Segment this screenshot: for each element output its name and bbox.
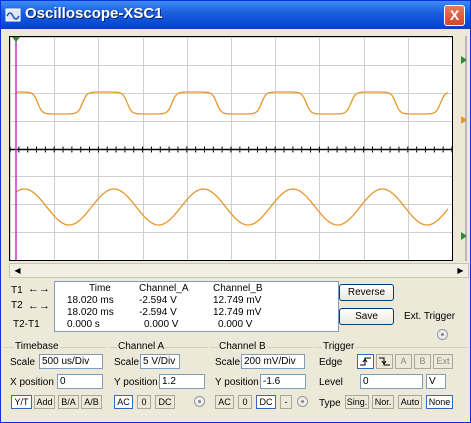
dt-time: 0.000 s <box>67 319 100 330</box>
channel-a-title: Channel A <box>117 341 166 352</box>
header-time: Time <box>89 283 111 294</box>
t1-right-arrow-icon[interactable]: → <box>39 284 50 295</box>
timebase-scale-field[interactable]: 500 us/Div <box>39 354 103 369</box>
oscilloscope-icon <box>5 8 21 22</box>
channel-a-ac-button[interactable]: AC <box>114 395 133 409</box>
scroll-left-arrow-icon[interactable]: ◀ <box>11 265 24 277</box>
trigger-level-field[interactable]: 0 <box>360 374 423 389</box>
trigger-source-b-button[interactable]: B <box>414 354 431 369</box>
close-button[interactable]: X <box>444 5 465 26</box>
channel-b-scale-label: Scale <box>215 357 241 368</box>
title-bar[interactable]: Oscilloscope-XSC1 X <box>1 1 470 29</box>
yt-mode-button[interactable]: Y/T <box>11 395 32 409</box>
dt-channel-a: 0.000 V <box>144 319 179 330</box>
channel-a-scale-label: Scale <box>114 357 140 368</box>
row-label-t2: T2 <box>11 300 23 311</box>
channel-b-ac-button[interactable]: AC <box>215 395 234 409</box>
channel-b-invert-button[interactable]: - <box>280 395 292 409</box>
channel-b-title: Channel B <box>218 341 267 352</box>
rising-edge-icon[interactable] <box>357 354 374 369</box>
ext-trigger-terminal-icon[interactable] <box>437 329 448 340</box>
channel-a-dc-button[interactable]: DC <box>155 395 175 409</box>
oscilloscope-window: Oscilloscope-XSC1 X ◀ ▶ T1 T2 T2-T1 ← → … <box>0 0 471 423</box>
row-label-t2-t1: T2-T1 <box>13 319 40 330</box>
channel-b-terminal-icon[interactable] <box>297 396 308 407</box>
t2-right-arrow-icon[interactable]: → <box>39 301 50 312</box>
cursor-side-bar[interactable] <box>455 36 469 261</box>
t1-left-arrow-icon[interactable]: ← <box>28 284 39 295</box>
t1-channel-b: 12.749 mV <box>213 295 262 306</box>
t1-time: 18.020 ms <box>67 295 114 306</box>
cursor-readout: Time Channel_A Channel_B 18.020 ms -2.59… <box>54 281 339 332</box>
t2-channel-b: 12.749 mV <box>213 307 262 318</box>
channel-b-scale-field[interactable]: 200 mV/Div <box>241 354 305 369</box>
reverse-button[interactable]: Reverse <box>339 284 394 301</box>
header-channel-b: Channel_B <box>213 283 263 294</box>
trigger-edge-label: Edge <box>319 357 343 368</box>
t1-channel-a: -2.594 V <box>139 295 177 306</box>
channel-a-terminal-icon[interactable] <box>194 396 205 407</box>
timebase-title: Timebase <box>14 341 60 352</box>
ab-mode-button[interactable]: A/B <box>81 395 102 409</box>
x-position-field[interactable]: 0 <box>57 374 103 389</box>
row-label-t1: T1 <box>11 285 23 296</box>
scope-plot <box>9 37 453 261</box>
trigger-title: Trigger <box>322 341 356 352</box>
save-button[interactable]: Save <box>339 308 394 325</box>
t2-left-arrow-icon[interactable]: ← <box>28 301 39 312</box>
channel-a-scale-field[interactable]: 5 V/Div <box>140 354 180 369</box>
trigger-source-a-button[interactable]: A <box>395 354 412 369</box>
auto-trigger-button[interactable]: Auto <box>398 395 422 409</box>
t2-time: 18.020 ms <box>67 307 114 318</box>
channel-b-dc-button[interactable]: DC <box>256 395 276 409</box>
trigger-source-ext-button[interactable]: Ext <box>433 354 453 369</box>
window-title: Oscilloscope-XSC1 <box>25 5 163 22</box>
single-trigger-button[interactable]: Sing. <box>345 395 369 409</box>
scroll-right-arrow-icon[interactable]: ▶ <box>454 265 467 277</box>
normal-trigger-button[interactable]: Nor. <box>372 395 394 409</box>
trigger-level-unit[interactable]: V <box>426 374 446 389</box>
measurement-panel: T1 T2 T2-T1 ← → ← → Time Channel_A Chann… <box>9 281 469 340</box>
add-mode-button[interactable]: Add <box>34 395 55 409</box>
time-scrollbar[interactable]: ◀ ▶ <box>9 263 469 278</box>
dt-channel-b: 0.000 V <box>218 319 253 330</box>
channel-b-ypos-field[interactable]: -1.6 <box>260 374 306 389</box>
channel-a-zero-button[interactable]: 0 <box>137 395 151 409</box>
ba-mode-button[interactable]: B/A <box>58 395 79 409</box>
channel-b-zero-button[interactable]: 0 <box>238 395 252 409</box>
trigger-level-label: Level <box>319 377 343 388</box>
falling-edge-icon[interactable] <box>376 354 393 369</box>
scope-display[interactable] <box>9 36 453 261</box>
timebase-scale-label: Scale <box>10 357 36 368</box>
header-channel-a: Channel_A <box>139 283 189 294</box>
channel-a-ypos-field[interactable]: 1.2 <box>159 374 205 389</box>
ext-trigger-label: Ext. Trigger <box>404 311 456 322</box>
trigger-type-label: Type <box>319 398 341 409</box>
x-position-label: X position <box>10 377 54 388</box>
channel-a-ypos-label: Y position <box>114 377 158 388</box>
t2-channel-a: -2.594 V <box>139 307 177 318</box>
channel-b-ypos-label: Y position <box>215 377 259 388</box>
none-trigger-button[interactable]: None <box>426 395 453 409</box>
